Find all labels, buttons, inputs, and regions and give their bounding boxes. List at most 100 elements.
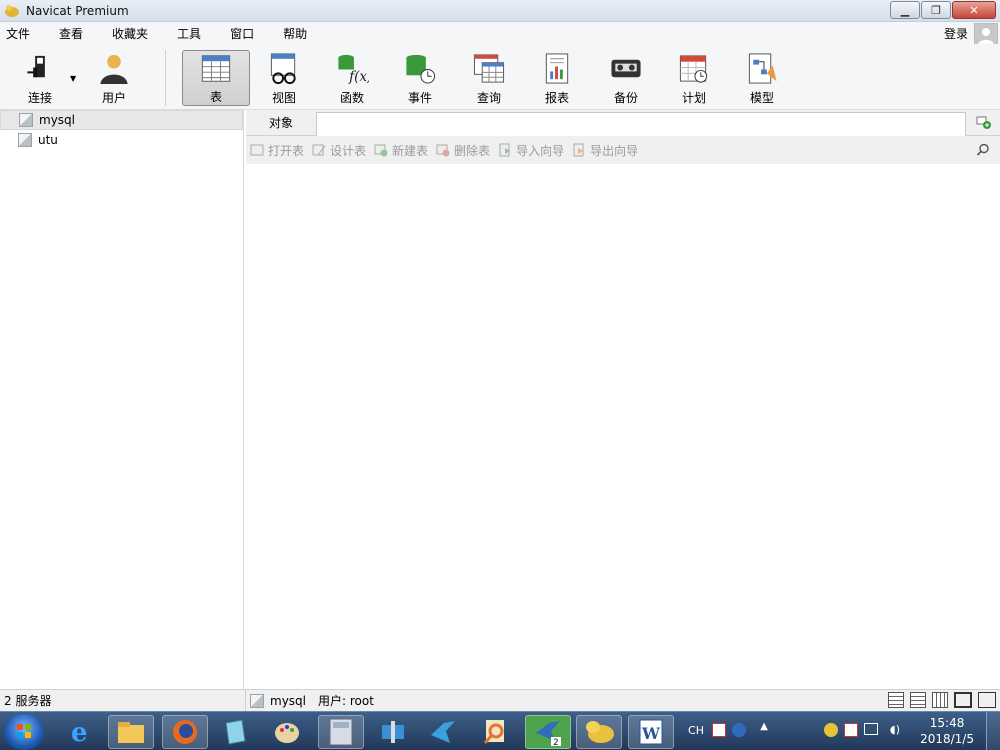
taskbar-navicat[interactable]: [576, 715, 622, 749]
object-panel: 对象 打开表 设计表 新建表 删除表 导入向导 导出向导: [246, 110, 1000, 689]
import-icon: [499, 143, 511, 157]
tray-expand-icon[interactable]: ▲: [760, 721, 768, 732]
delete-table-button[interactable]: 删除表: [436, 142, 490, 159]
taskbar-ie[interactable]: e: [58, 715, 104, 749]
taskbar-bird-app-2[interactable]: 2: [525, 715, 571, 749]
report-button[interactable]: 报表: [523, 50, 591, 106]
table-button[interactable]: 表: [182, 50, 250, 106]
open-table-button[interactable]: 打开表: [250, 142, 304, 159]
taskbar-word[interactable]: W: [628, 715, 674, 749]
connection-tree: mysql utu: [0, 110, 244, 689]
function-button[interactable]: f(x) 函数: [318, 50, 386, 106]
svg-text:e: e: [71, 718, 88, 747]
import-wizard-label: 导入向导: [516, 143, 565, 158]
clock-time: 15:48: [929, 716, 965, 730]
menu-tools[interactable]: 工具: [171, 25, 207, 42]
status-bar: 2 服务器 mysql 用户: root: [0, 689, 1000, 711]
user-button[interactable]: 用户: [80, 50, 148, 106]
right-panel-toggle-icon[interactable]: [978, 692, 996, 708]
paint-palette-icon: [275, 723, 299, 743]
login-link[interactable]: 登录: [944, 25, 968, 42]
connect-label: 连接: [27, 91, 52, 105]
show-desktop-button[interactable]: [986, 712, 1000, 750]
navicat-icon: [586, 721, 614, 743]
event-button[interactable]: 事件: [386, 50, 454, 106]
server-count: 2 服务器: [0, 690, 246, 711]
backup-label: 备份: [613, 91, 638, 105]
menu-window[interactable]: 窗口: [224, 25, 260, 42]
model-button[interactable]: 模型: [728, 50, 796, 106]
display-icon[interactable]: [864, 723, 878, 735]
network-error-icon[interactable]: [844, 723, 858, 737]
menu-view[interactable]: 查看: [53, 25, 89, 42]
help-icon[interactable]: [732, 723, 746, 737]
report-icon: [545, 53, 569, 84]
search-icon[interactable]: [976, 143, 990, 157]
ime-indicator[interactable]: CH: [688, 724, 704, 737]
design-table-label: 设计表: [330, 143, 367, 158]
backup-button[interactable]: 备份: [592, 50, 660, 106]
detail-view-icon[interactable]: [910, 692, 926, 708]
user-icon: [100, 54, 128, 85]
taskbar-notebook[interactable]: [212, 715, 258, 749]
title-bar: Navicat Premium ▁ ❐ ✕: [0, 0, 1000, 22]
taskbar-explorer[interactable]: [108, 715, 154, 749]
bird-group-icon: 2: [536, 721, 561, 747]
model-icon: [748, 53, 777, 84]
navicat-logo-icon: [5, 4, 19, 17]
list-view-icon[interactable]: [888, 692, 904, 708]
word-icon: W: [639, 719, 663, 745]
taskbar-bird-app[interactable]: [420, 715, 466, 749]
design-table-button[interactable]: 设计表: [312, 142, 366, 159]
ime-mode-icon[interactable]: [712, 723, 726, 737]
new-table-button[interactable]: 新建表: [374, 142, 428, 159]
windows-taskbar: e 2 W CH ▲ ◖) 15:48 2018/1/5: [0, 711, 1000, 750]
minimize-button[interactable]: ▁: [890, 1, 920, 19]
tree-item-mysql[interactable]: mysql: [0, 110, 243, 130]
tab-objects[interactable]: 对象: [246, 114, 316, 131]
taskbar-remote[interactable]: [370, 715, 416, 749]
object-actions-bar: 打开表 设计表 新建表 删除表 导入向导 导出向导: [246, 136, 1000, 164]
tree-item-utu[interactable]: utu: [0, 130, 243, 150]
clock-date: 2018/1/5: [920, 732, 974, 746]
taskbar-paint[interactable]: [264, 715, 310, 749]
taskbar-calculator[interactable]: [318, 715, 364, 749]
taskbar-firefox[interactable]: [162, 715, 208, 749]
report-label: 报表: [544, 91, 569, 105]
export-wizard-button[interactable]: 导出向导: [572, 142, 638, 159]
menu-help[interactable]: 帮助: [277, 25, 313, 42]
security-tray-icon[interactable]: [824, 723, 838, 737]
event-label: 事件: [407, 91, 432, 105]
menu-bar: 文件 查看 收藏夹 工具 窗口 帮助 登录: [0, 22, 1000, 47]
schedule-icon: [679, 55, 708, 83]
calculator-icon: [329, 718, 353, 746]
toolbar-divider: [165, 50, 166, 106]
left-panel-toggle-icon[interactable]: [954, 692, 972, 708]
close-button[interactable]: ✕: [952, 1, 996, 19]
restore-button[interactable]: ❐: [921, 1, 951, 19]
avatar-icon: [978, 28, 994, 45]
window-title: Navicat Premium: [26, 3, 129, 18]
grid-view-icon[interactable]: [932, 692, 948, 708]
add-tab-icon[interactable]: [976, 116, 992, 130]
menu-favorites[interactable]: 收藏夹: [106, 25, 154, 42]
schedule-button[interactable]: 计划: [660, 50, 728, 106]
new-table-icon: [374, 144, 388, 157]
function-label: 函数: [339, 91, 364, 105]
connect-button[interactable]: 连接: [6, 50, 74, 106]
connection-icon: [19, 113, 33, 127]
view-button[interactable]: 视图: [250, 50, 318, 106]
minimize-icon: ▁: [900, 3, 910, 17]
volume-icon[interactable]: ◖): [890, 723, 900, 736]
database-icon: [250, 693, 264, 708]
taskbar-clock[interactable]: 15:48 2018/1/5: [920, 715, 974, 747]
taskbar-search-app[interactable]: [472, 715, 518, 749]
taskbar-badge: 2: [553, 738, 559, 747]
connect-dropdown-icon[interactable]: ▼: [70, 74, 76, 83]
query-button[interactable]: 查询: [455, 50, 523, 106]
import-wizard-button[interactable]: 导入向导: [498, 142, 564, 159]
view-icon: [270, 53, 296, 85]
export-wizard-label: 导出向导: [590, 143, 639, 158]
start-button[interactable]: [4, 714, 44, 750]
menu-file[interactable]: 文件: [0, 25, 36, 42]
